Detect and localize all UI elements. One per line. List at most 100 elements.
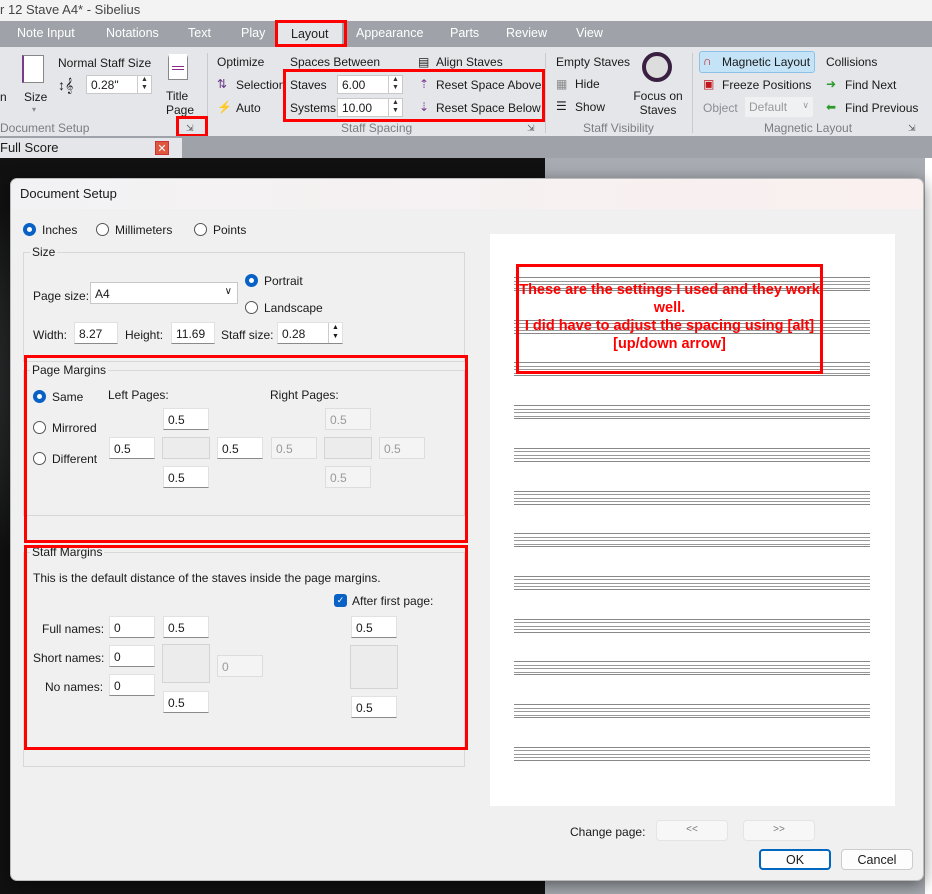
tab-text[interactable]: Text — [188, 26, 211, 40]
orientation-button-label[interactable]: n — [0, 90, 7, 104]
dialog-launcher-icon[interactable]: ⇲ — [527, 123, 535, 134]
hide-empty-staves-button[interactable]: Hide — [575, 77, 600, 91]
normal-staff-size-label: Normal Staff Size — [58, 56, 152, 70]
spin-arrows[interactable]: ▲ ▼ — [137, 76, 151, 93]
spin-arrows[interactable]: ▲ ▼ — [328, 323, 342, 343]
freeze-positions-button[interactable]: Freeze Positions — [722, 78, 811, 92]
height-label: Height: — [125, 328, 164, 342]
tab-play[interactable]: Play — [241, 26, 265, 40]
tab-parts[interactable]: Parts — [450, 26, 479, 40]
find-next-button[interactable]: Find Next — [845, 78, 896, 92]
size-button[interactable]: Size — [24, 90, 47, 104]
align-staves-icon: ▤ — [418, 55, 430, 69]
score-page — [925, 158, 932, 894]
size-group — [23, 252, 465, 362]
preview-staff — [514, 533, 870, 548]
preview-staff — [514, 405, 870, 420]
width-label: Width: — [33, 328, 68, 342]
title-page-button[interactable]: Title Page — [166, 89, 196, 117]
highlight-page-margins — [24, 355, 468, 543]
find-previous-icon: ⬅ — [826, 100, 837, 114]
chevron-down-icon: ∨ — [224, 286, 232, 297]
hide-icon: ▦ — [556, 77, 568, 91]
tab-note-input[interactable]: Note Input — [17, 26, 75, 40]
tab-appearance[interactable]: Appearance — [356, 26, 423, 40]
separator — [545, 53, 546, 133]
object-select-value: Default — [749, 100, 788, 114]
preview-staff — [514, 704, 870, 718]
chevron-down-icon: ▾ — [32, 105, 37, 114]
auto-optimize-button[interactable]: Auto — [236, 101, 261, 115]
points-radio[interactable] — [194, 223, 207, 236]
next-page-button[interactable]: >> — [743, 820, 815, 841]
collisions-label: Collisions — [826, 55, 878, 69]
close-icon[interactable]: ✕ — [155, 141, 169, 155]
preview-staff — [514, 490, 870, 505]
highlight-staff-margins — [24, 545, 468, 750]
object-label: Object — [703, 101, 738, 115]
object-select[interactable]: Default ∨ — [745, 97, 813, 117]
chevron-down-icon: ∨ — [802, 100, 809, 110]
group-label-document-setup: Document Setup — [0, 121, 90, 135]
show-empty-staves-button[interactable]: Show — [575, 100, 605, 114]
inches-label: Inches — [42, 223, 78, 237]
height-input[interactable]: 11.69 — [171, 322, 215, 344]
auto-optimize-icon: ⚡ — [217, 100, 232, 114]
tab-notations[interactable]: Notations — [106, 26, 159, 40]
preview-staff — [514, 575, 870, 590]
previous-page-button[interactable]: << — [656, 820, 728, 841]
highlight-staff-spacing — [283, 69, 545, 122]
change-page-label: Change page: — [570, 825, 646, 839]
annotation-line-2: I did have to adjust the spacing using [… — [524, 318, 815, 352]
staff-size-value: 0.28 — [282, 327, 306, 341]
optimize-selection-icon: ⇅ — [217, 77, 228, 91]
portrait-label: Portrait — [264, 274, 303, 288]
millimeters-radio[interactable] — [96, 223, 109, 236]
magnet-icon: ∩ — [703, 54, 712, 68]
empty-staves-label: Empty Staves — [556, 55, 631, 69]
preview-staff — [514, 661, 870, 676]
ribbon-tabs: Note Input Notations Text Play Layout Ap… — [0, 21, 932, 47]
group-label-staff-spacing: Staff Spacing — [341, 121, 413, 135]
preview-staff — [514, 746, 870, 761]
staff-size-input[interactable]: 0.28 ▲ ▼ — [277, 322, 343, 344]
tab-review[interactable]: Review — [506, 26, 547, 40]
full-score-tab-label: Full Score — [0, 140, 59, 155]
normal-staff-size-input[interactable]: 0.28" ▲ ▼ — [86, 75, 152, 94]
annotation-line-1: These are the settings I used and they w… — [519, 282, 820, 316]
width-input[interactable]: 8.27 — [74, 322, 118, 344]
inches-radio[interactable] — [23, 223, 36, 236]
page-size-select[interactable]: A4 ∨ — [90, 282, 238, 304]
focus-on-staves-button[interactable]: Focus on Staves — [632, 89, 684, 117]
group-label-staff-visibility: Staff Visibility — [583, 121, 654, 135]
size-group-label: Size — [30, 245, 58, 259]
focus-on-staves-icon — [642, 52, 672, 82]
preview-staff — [514, 447, 870, 462]
find-previous-button[interactable]: Find Previous — [845, 101, 918, 115]
title-page-icon — [168, 54, 188, 80]
align-staves-button[interactable]: Align Staves — [436, 55, 503, 69]
cancel-button[interactable]: Cancel — [841, 849, 913, 870]
spaces-between-label: Spaces Between — [290, 55, 381, 69]
find-next-icon: ➜ — [826, 77, 837, 91]
magnetic-layout-label: Magnetic Layout — [722, 55, 811, 69]
optimize-label: Optimize — [217, 55, 265, 69]
highlight-layout-tab — [275, 20, 347, 47]
tab-view[interactable]: View — [576, 26, 603, 40]
ok-button[interactable]: OK — [759, 849, 831, 870]
staff-size-icon: ↕𝄞 — [58, 77, 74, 93]
points-label: Points — [213, 223, 247, 237]
staff-size-value: 0.28" — [91, 78, 119, 92]
show-icon: ☰ — [556, 99, 567, 113]
group-label-magnetic-layout: Magnetic Layout — [764, 121, 853, 135]
preview-staff — [514, 618, 870, 633]
landscape-radio[interactable] — [245, 301, 258, 314]
page-size-label: Page size: — [33, 289, 90, 303]
optimize-selection-button[interactable]: Selection — [236, 78, 285, 92]
page-size-value: A4 — [95, 287, 110, 301]
portrait-radio[interactable] — [245, 274, 258, 287]
separator — [692, 53, 693, 133]
staff-size-label: Staff size: — [221, 328, 274, 342]
annotation-note: These are the settings I used and they w… — [516, 264, 823, 374]
dialog-launcher-icon[interactable]: ⇲ — [908, 123, 916, 134]
